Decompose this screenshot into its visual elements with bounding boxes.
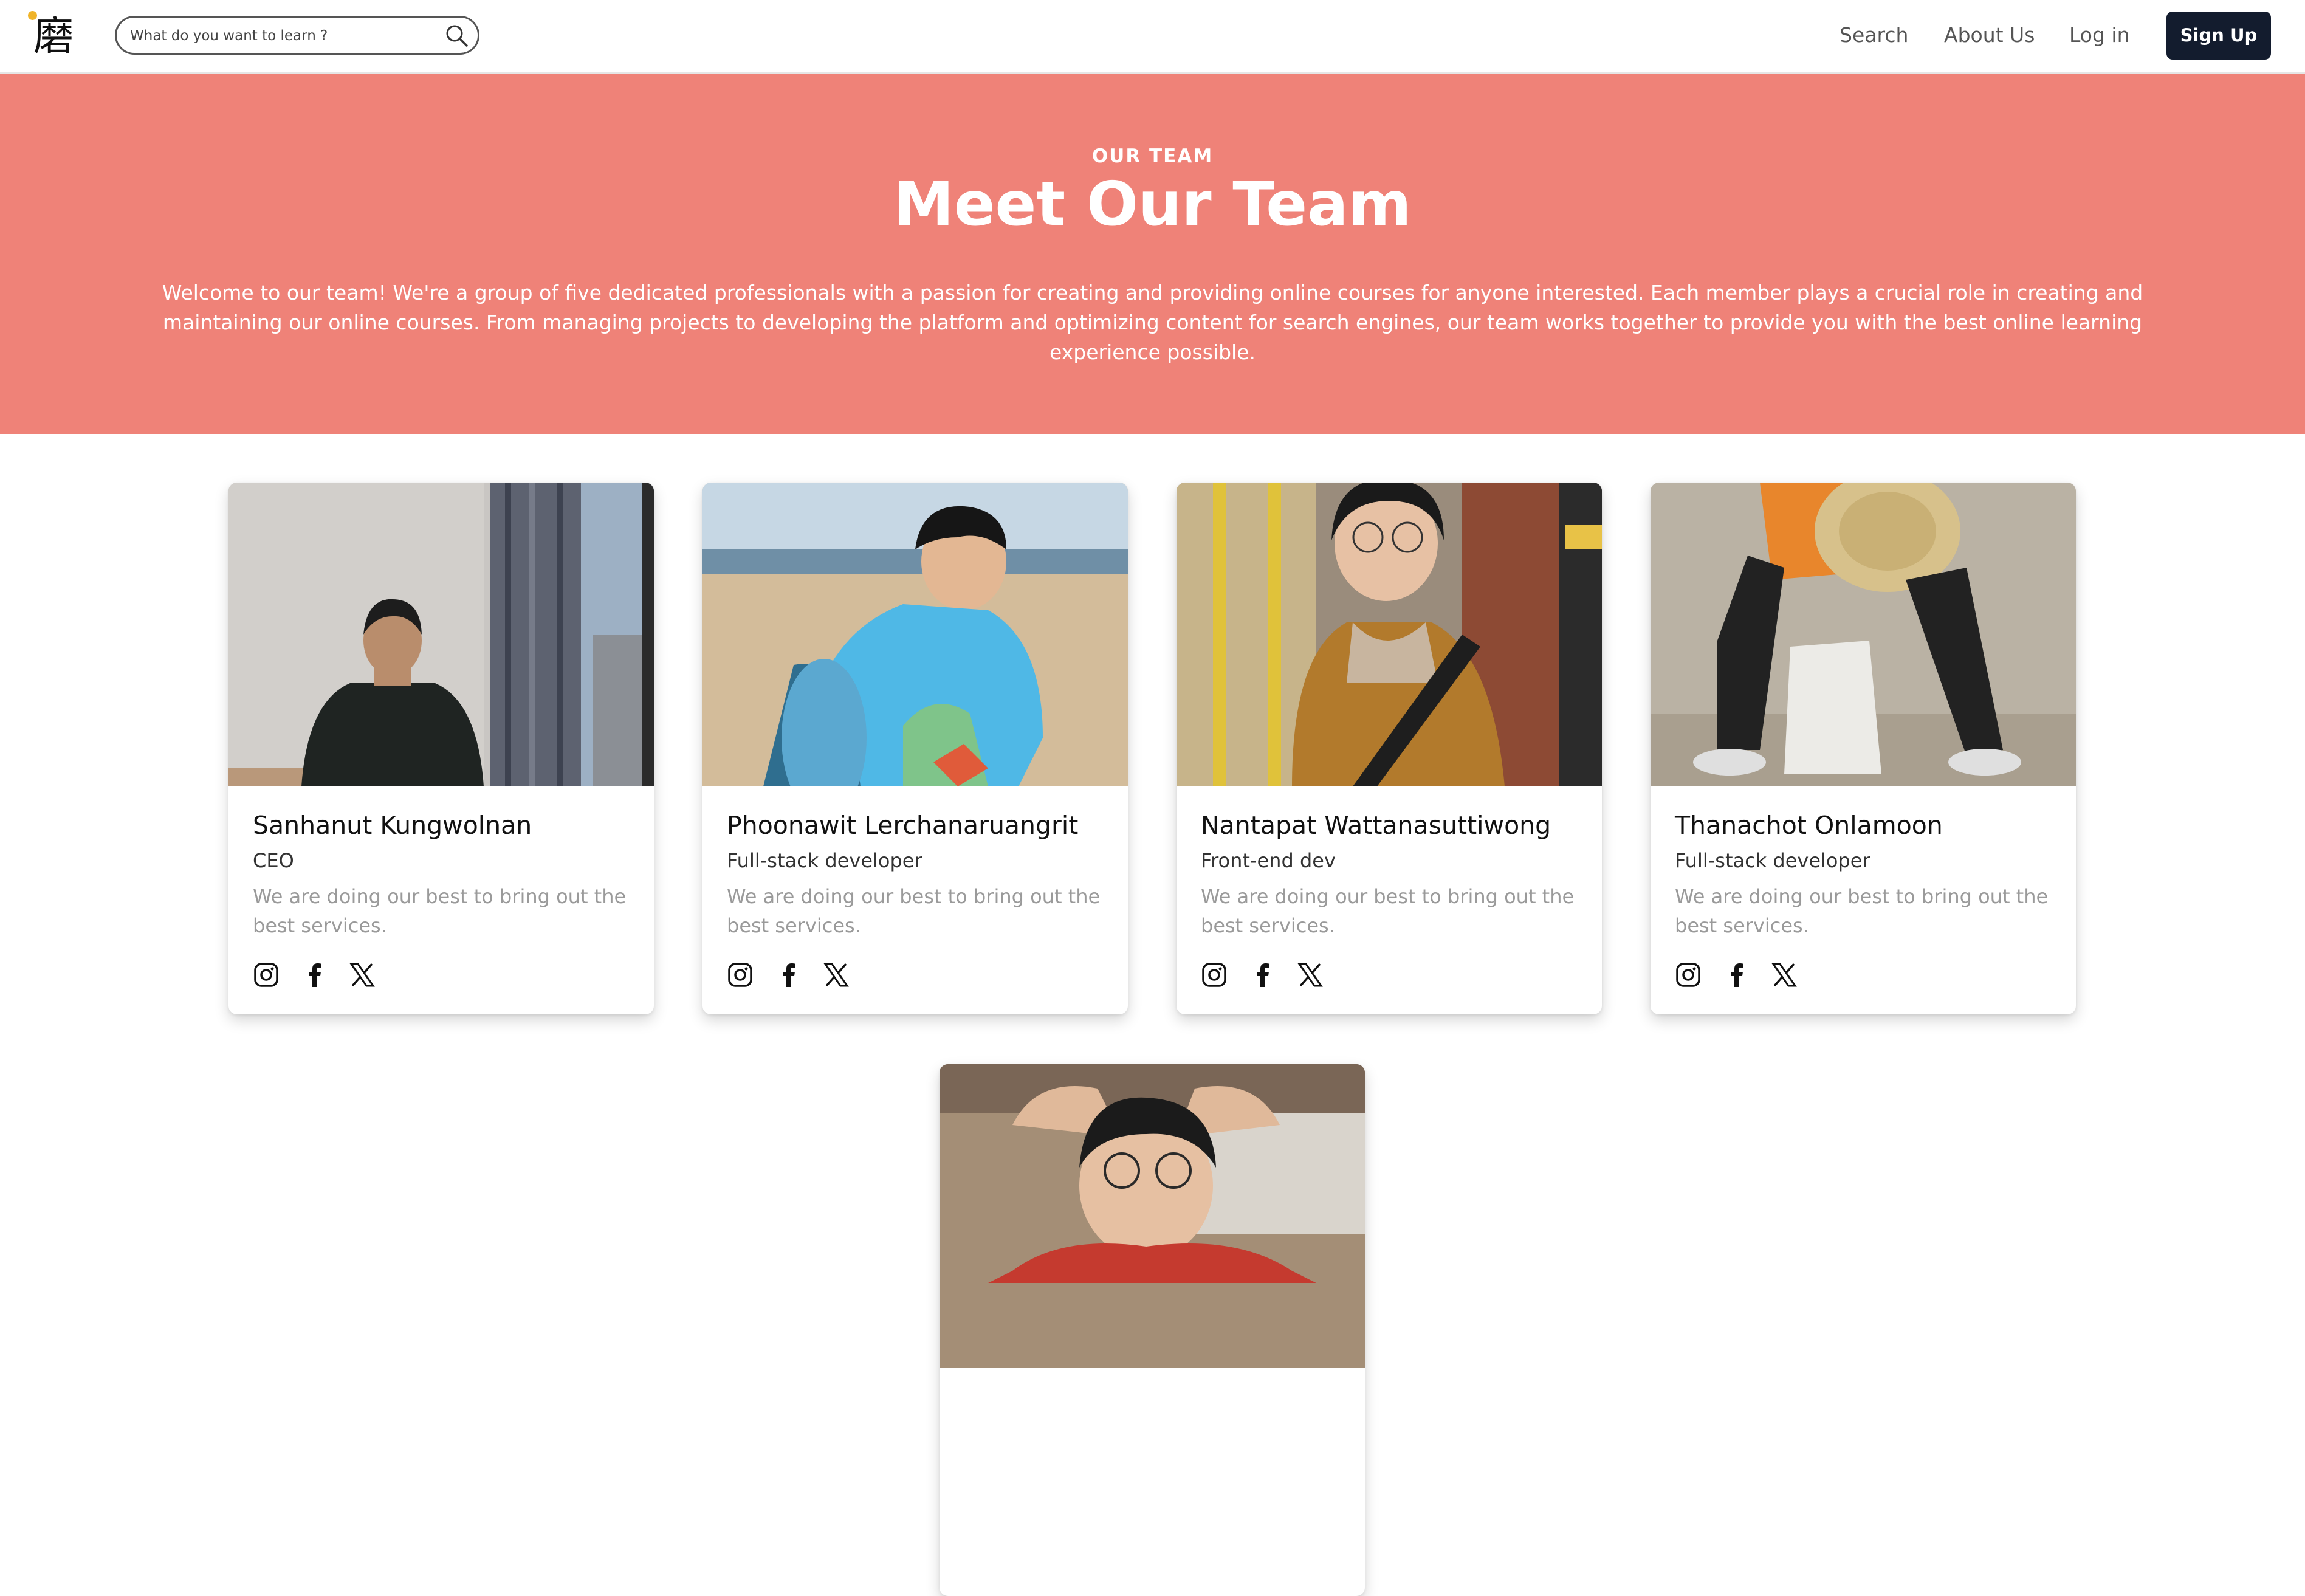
member-bio: We are doing our best to bring out the b… [1675,885,2049,937]
facebook-icon[interactable] [1249,961,1276,988]
facebook-icon[interactable] [775,961,802,988]
x-twitter-icon[interactable] [349,961,376,988]
member-role: Full-stack developer [1675,849,1870,872]
member-bio: We are doing our best to bring out the b… [1201,885,1575,937]
member-role: Full-stack developer [727,849,922,872]
x-twitter-icon[interactable] [1297,961,1324,988]
team-card-5 [940,1064,1365,1596]
team-card-1: Sanhanut Kungwolnan CEO We are doing our… [228,483,654,1014]
hero-description: Welcome to our team! We're a group of fi… [162,281,2143,364]
member-bio: We are doing our best to bring out the b… [253,885,627,937]
facebook-icon[interactable] [301,961,328,988]
member-name: Sanhanut Kungwolnan [253,811,532,840]
team-card-4: Thanachot Onlamoon Full-stack developer … [1651,483,2076,1014]
member-role: Front-end dev [1201,849,1336,872]
member-photo-4 [1651,483,2076,786]
member-photo-3 [1177,483,1602,786]
facebook-icon[interactable] [1723,961,1750,988]
member-photo-1 [228,483,654,786]
search-icon[interactable] [445,24,469,48]
hero-eyebrow: OUR TEAM [1091,145,1214,167]
site-logo[interactable]: 磨 [29,12,78,61]
instagram-icon[interactable] [727,961,754,988]
instagram-icon[interactable] [1201,961,1228,988]
top-navbar: 磨 Search About Us Log in Sign Up [0,0,2305,74]
hero-banner: OUR TEAM Meet Our Team Welcome to our te… [0,74,2305,434]
member-name: Phoonawit Lerchanaruangrit [727,811,1079,840]
search-bar[interactable] [115,16,479,55]
instagram-icon[interactable] [1675,961,1702,988]
nav-link-log-in[interactable]: Log in [2069,22,2130,49]
nav-link-about-us[interactable]: About Us [1944,22,2035,49]
x-twitter-icon[interactable] [1771,961,1798,988]
nav-link-search[interactable]: Search [1840,22,1908,49]
member-photo-2 [702,483,1128,786]
x-twitter-icon[interactable] [823,961,850,988]
team-card-3: Nantapat Wattanasuttiwong Front-end dev … [1177,483,1602,1014]
team-card-2: Phoonawit Lerchanaruangrit Full-stack de… [702,483,1128,1014]
sign-up-button[interactable]: Sign Up [2166,12,2271,60]
member-name: Thanachot Onlamoon [1675,811,1943,840]
instagram-icon[interactable] [253,961,280,988]
member-photo-5 [940,1064,1365,1368]
page-title: Meet Our Team [893,168,1412,239]
member-name: Nantapat Wattanasuttiwong [1201,811,1551,840]
search-input[interactable] [130,25,422,47]
member-role: CEO [253,849,294,872]
member-bio: We are doing our best to bring out the b… [727,885,1101,937]
